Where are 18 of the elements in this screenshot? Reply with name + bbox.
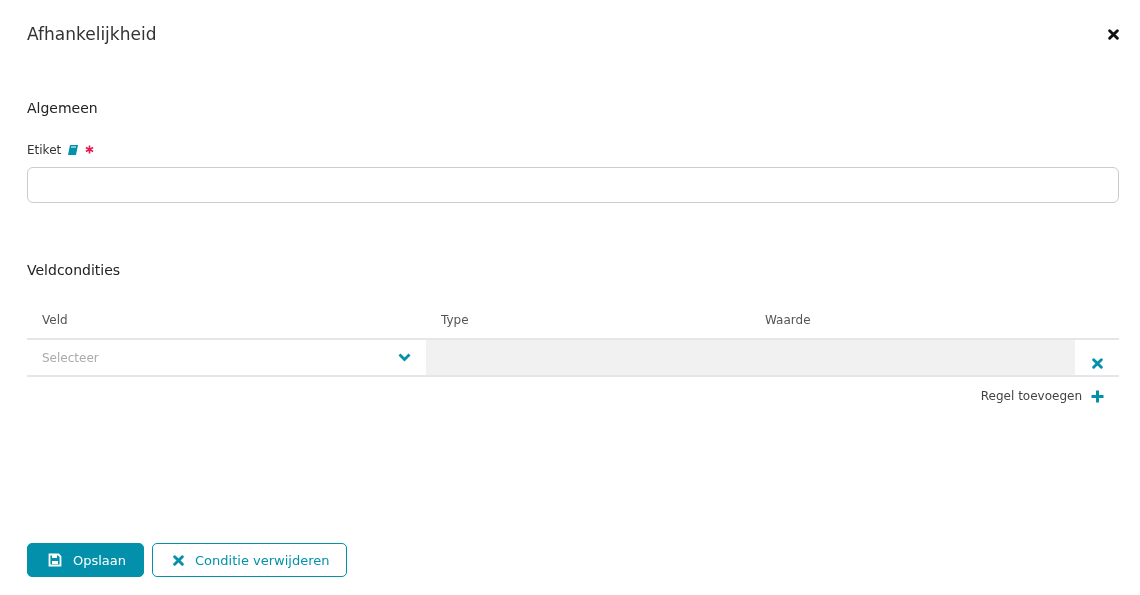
close-icon[interactable]: [1108, 28, 1119, 40]
select-field[interactable]: Selecteer: [27, 340, 426, 375]
dialog-title: Afhankelijkheid: [27, 24, 157, 44]
column-header: Veld: [41, 313, 69, 327]
chevron-down-icon: [398, 353, 411, 362]
add-rule-link[interactable]: Regel toevoegen: [980, 389, 1082, 403]
delete-icon[interactable]: [1091, 358, 1103, 369]
book-icon: [67, 144, 80, 156]
section-heading: Veldcondities: [27, 262, 122, 278]
field-label: Etiket: [27, 143, 62, 157]
column-header: Type: [440, 313, 470, 327]
input-field[interactable]: [27, 167, 1119, 203]
section-heading: Algemeen: [27, 100, 99, 116]
plus-icon[interactable]: [1091, 389, 1104, 403]
column-header: Waarde: [764, 313, 812, 327]
save-icon: [48, 553, 62, 567]
save-button[interactable]: Opslaan: [27, 543, 145, 577]
remove-condition-button[interactable]: Conditie verwijderen: [152, 543, 348, 577]
